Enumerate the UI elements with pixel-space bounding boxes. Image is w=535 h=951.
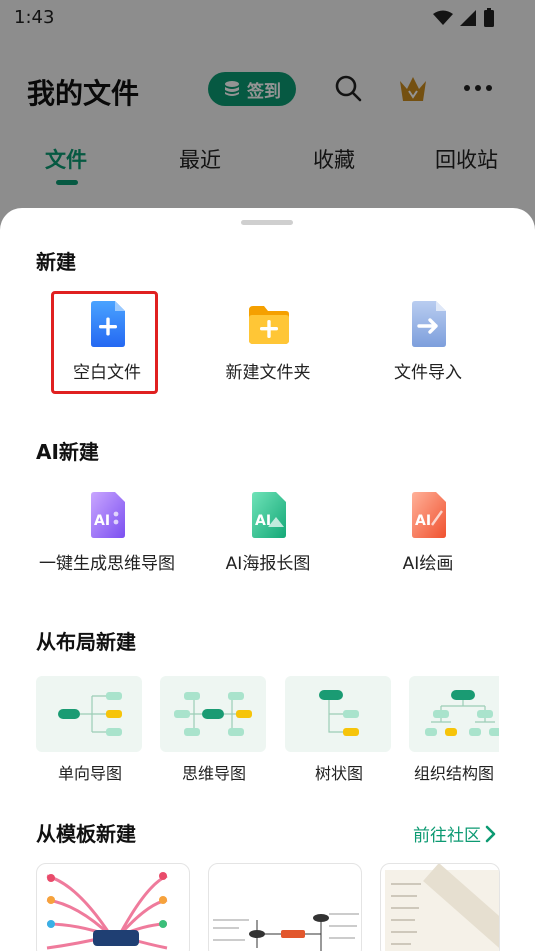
template-thumbnail — [213, 913, 359, 951]
ai-poster-button[interactable]: AI AI海报长图 — [188, 491, 348, 574]
layout-org-chart-label: 组织结构图 — [413, 764, 494, 783]
svg-text:AI: AI — [255, 513, 271, 529]
svg-text:AI: AI — [94, 513, 110, 529]
go-to-community-link[interactable]: 前往社区 — [413, 821, 497, 846]
ai-mindmap-button[interactable]: AI 一键生成思维导图 — [27, 491, 187, 574]
new-folder-button[interactable]: 新建文件夹 — [188, 300, 348, 383]
layout-thumb-tree — [285, 676, 391, 752]
layout-thumb-mind-map — [160, 676, 266, 752]
ai-painting-button[interactable]: AI AI绘画 — [348, 491, 508, 574]
ai-poster-icon: AI — [252, 492, 286, 538]
layout-one-way-map[interactable]: 单向导图 — [36, 676, 144, 784]
ai-mindmap-icon: AI — [91, 492, 125, 538]
template-thumbnail — [46, 872, 168, 950]
layout-mind-map[interactable]: 思维导图 — [160, 676, 268, 784]
ai-poster-label: AI海报长图 — [225, 554, 311, 574]
template-thumbnail — [385, 864, 499, 951]
import-file-label: 文件导入 — [394, 363, 462, 383]
create-bottom-sheet: 新建 空白文件 新建文件夹 文件导入 AI新建 AI 一键生成思维导图 AI A… — [0, 208, 535, 951]
import-file-button[interactable]: 文件导入 — [348, 300, 508, 383]
layout-thumb-one-way — [36, 676, 142, 752]
import-file-icon — [412, 301, 446, 347]
new-folder-icon — [249, 306, 289, 344]
selection-highlight — [51, 291, 158, 394]
go-to-community-label: 前往社区 — [413, 826, 481, 846]
section-title-new: 新建 — [36, 250, 76, 274]
template-card[interactable] — [380, 863, 500, 951]
new-folder-label: 新建文件夹 — [225, 363, 311, 383]
ai-mindmap-label: 一键生成思维导图 — [39, 554, 175, 574]
layout-mind-map-label: 思维导图 — [181, 764, 246, 783]
layout-org-chart[interactable]: 组织结构图 — [409, 676, 499, 784]
section-title-layout: 从布局新建 — [36, 630, 136, 654]
ai-painting-label: AI绘画 — [402, 554, 454, 574]
template-card[interactable] — [208, 863, 362, 951]
svg-text:AI: AI — [415, 513, 431, 529]
chevron-right-icon — [485, 825, 496, 842]
sheet-drag-handle[interactable] — [241, 220, 293, 225]
ai-painting-icon: AI — [412, 492, 446, 538]
section-title-template: 从模板新建 — [36, 822, 136, 846]
layout-thumb-org-chart — [409, 676, 499, 752]
section-title-ai: AI新建 — [36, 440, 99, 464]
layout-one-way-label: 单向导图 — [57, 764, 122, 783]
layout-tree-label: 树状图 — [314, 764, 363, 783]
layout-tree-map[interactable]: 树状图 — [285, 676, 393, 784]
template-card[interactable] — [36, 863, 190, 951]
